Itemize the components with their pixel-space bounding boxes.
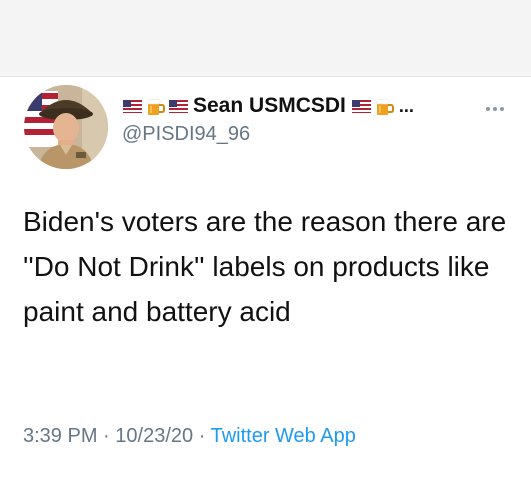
tweet-source[interactable]: Twitter Web App bbox=[211, 425, 356, 447]
meta-separator: · bbox=[103, 425, 110, 447]
user-handle[interactable]: @PISDI94_96 bbox=[122, 123, 522, 146]
profile-photo-icon bbox=[24, 85, 108, 169]
beer-mug-icon bbox=[374, 96, 395, 117]
name-truncation: ... bbox=[398, 95, 414, 116]
tweet-card: Sean USMCSDI ... @PISDI94_96 Biden's vot… bbox=[0, 77, 531, 480]
display-name-row[interactable]: Sean USMCSDI ... bbox=[122, 91, 522, 121]
tweet-time[interactable]: 3:39 PM bbox=[23, 425, 97, 447]
us-flag-icon bbox=[168, 96, 189, 117]
more-options-icon[interactable] bbox=[486, 98, 510, 111]
avatar[interactable] bbox=[24, 85, 108, 169]
display-name: Sean USMCSDI bbox=[193, 94, 346, 117]
us-flag-icon bbox=[351, 96, 372, 117]
tweet-metadata: 3:39 PM · 10/23/20 · Twitter Web App bbox=[23, 425, 356, 448]
us-flag-icon bbox=[122, 96, 143, 117]
tweet-text: Biden's voters are the reason there are … bbox=[23, 206, 507, 327]
beer-mug-icon bbox=[145, 96, 166, 117]
meta-separator: · bbox=[198, 425, 206, 447]
tweet-date[interactable]: 10/23/20 bbox=[115, 425, 193, 447]
top-background-band bbox=[0, 0, 531, 76]
tweet-header: Sean USMCSDI ... @PISDI94_96 bbox=[122, 91, 522, 146]
